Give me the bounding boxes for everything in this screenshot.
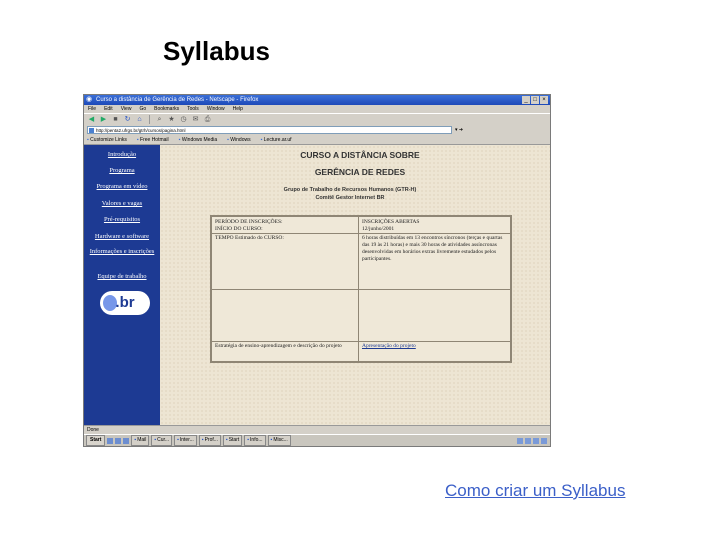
page-heading-1: CURSO A DISTÂNCIA SOBRE	[300, 150, 420, 160]
tray-icon[interactable]	[517, 437, 523, 444]
page-subtitle-1: Grupo de Trabalho de Recursos Humanos (G…	[283, 187, 417, 193]
table-divider	[212, 233, 510, 234]
table-cell: INSCRIÇÕES ABERTAS	[362, 219, 420, 225]
status-bar: Done	[84, 425, 550, 434]
tray-icon[interactable]	[525, 437, 531, 444]
table-divider	[212, 289, 510, 290]
taskbar-button[interactable]: Misc...	[267, 435, 291, 446]
main-area: CURSO A DISTÂNCIA SOBRE GERÊNCIA DE REDE…	[160, 145, 550, 425]
link-windows-media[interactable]: Windows Media	[179, 137, 217, 143]
page-heading-2: GERÊNCIA DE REDES	[314, 167, 406, 177]
toolbar-divider	[149, 115, 150, 124]
address-text: http://penta2.ufrgs.br/gtrh/cursos/pagin…	[96, 128, 186, 133]
mail-icon[interactable]: ✉	[191, 115, 200, 124]
table-cell: INÍCIO DO CURSO:	[215, 226, 263, 232]
link-lecture[interactable]: Lecture.ar.uf	[261, 137, 292, 143]
sidebar-item-programa[interactable]: Programa	[86, 167, 158, 174]
address-bar: http://penta2.ufrgs.br/gtrh/cursos/pagin…	[84, 125, 550, 135]
course-info-table: PERÍODO DE INSCRIÇÕES: INSCRIÇÕES ABERTA…	[210, 215, 512, 363]
taskbar-button[interactable]: Info...	[244, 435, 266, 446]
taskbar-button[interactable]: Start	[222, 435, 243, 446]
forward-icon[interactable]: ▶	[99, 115, 108, 124]
menu-go[interactable]: Go	[139, 105, 146, 113]
quicklaunch-icon[interactable]	[123, 437, 130, 444]
sidebar-item-programa-video[interactable]: Programa em vídeo	[86, 183, 158, 190]
window-titlebar: ◉ Curso a distância de Gerência de Redes…	[84, 95, 550, 105]
project-link[interactable]: Apresentação do projeto	[362, 343, 507, 350]
syllabus-how-to-link[interactable]: Como criar um Syllabus	[445, 481, 625, 501]
browser-icon: ◉	[86, 96, 93, 103]
menu-edit[interactable]: Edit	[104, 105, 113, 113]
table-divider	[212, 341, 510, 342]
br-logo: .br	[100, 291, 150, 315]
taskbar: Start Mail Cur... Inter... Prof... Start…	[84, 434, 550, 446]
menu-tools[interactable]: Tools	[187, 105, 199, 113]
history-icon[interactable]: ◷	[179, 115, 188, 124]
sidebar-item-pre-requisitos[interactable]: Pré-requisitos	[86, 216, 158, 223]
taskbar-button[interactable]: Prof...	[198, 435, 221, 446]
menu-view[interactable]: View	[121, 105, 132, 113]
taskbar-button[interactable]: Cur...	[151, 435, 173, 446]
reload-icon[interactable]: ↻	[123, 115, 132, 124]
links-bar: Customize Links Free Hotmail Windows Med…	[84, 135, 550, 145]
menu-file[interactable]: File	[88, 105, 96, 113]
taskbar-button[interactable]: Inter...	[174, 435, 197, 446]
link-hotmail[interactable]: Free Hotmail	[137, 137, 169, 143]
menu-bookmarks[interactable]: Bookmarks	[154, 105, 179, 113]
window-title: Curso a distância de Gerência de Redes -…	[96, 97, 259, 103]
sidebar-item-valores[interactable]: Valores e vagas	[86, 200, 158, 207]
table-cell: 6 horas distribuídas em 13 encontros sín…	[362, 235, 503, 262]
table-cell: PERÍODO DE INSCRIÇÕES:	[215, 219, 283, 225]
quicklaunch-icon[interactable]	[107, 437, 114, 444]
site-sidebar: Introdução Programa Programa em vídeo Va…	[84, 145, 160, 425]
nav-toolbar: ◀ ▶ ■ ↻ ⌂ ⌕ ★ ◷ ✉ ⎙	[84, 113, 550, 125]
favorites-icon[interactable]: ★	[167, 115, 176, 124]
menu-bar: File Edit View Go Bookmarks Tools Window…	[84, 105, 550, 113]
page-content: Introdução Programa Programa em vídeo Va…	[84, 145, 550, 425]
browser-screenshot: ◉ Curso a distância de Gerência de Redes…	[83, 94, 551, 447]
table-cell: 12/junho/2001	[362, 226, 395, 232]
go-button[interactable]: ▾ ➜	[455, 127, 463, 133]
stop-icon[interactable]: ■	[111, 115, 120, 124]
home-icon[interactable]: ⌂	[135, 115, 144, 124]
sidebar-item-inscricoes[interactable]: Informações e inscrições	[86, 248, 158, 255]
quicklaunch-icon[interactable]	[115, 437, 122, 444]
page-icon	[89, 128, 94, 133]
system-tray	[517, 437, 550, 444]
link-customize[interactable]: Customize Links	[87, 137, 127, 143]
sidebar-item-introducao[interactable]: Introdução	[86, 151, 158, 158]
back-icon[interactable]: ◀	[87, 115, 96, 124]
window-controls: _ □ ×	[522, 96, 548, 104]
tray-icon[interactable]	[533, 437, 539, 444]
table-cell: Estratégia de ensino-aprendizagem e desc…	[215, 343, 342, 349]
table-cell: TEMPO Estimado do CURSO:	[215, 235, 284, 241]
print-icon[interactable]: ⎙	[203, 115, 212, 124]
maximize-icon[interactable]: □	[531, 96, 539, 104]
tray-icon[interactable]	[541, 437, 547, 444]
menu-help[interactable]: Help	[233, 105, 243, 113]
page-subtitle-2: Comitê Gestor Internet BR	[315, 195, 385, 201]
sidebar-item-hardware[interactable]: Hardware e software	[86, 233, 158, 240]
logo-text: .br	[115, 294, 135, 311]
start-button[interactable]: Start	[86, 435, 106, 446]
minimize-icon[interactable]: _	[522, 96, 530, 104]
link-windows[interactable]: Windows	[227, 137, 250, 143]
taskbar-button[interactable]: Mail	[131, 435, 150, 446]
slide-title: Syllabus	[163, 36, 270, 66]
close-icon[interactable]: ×	[540, 96, 548, 104]
sidebar-item-equipe[interactable]: Equipe de trabalho	[86, 273, 158, 280]
search-icon[interactable]: ⌕	[155, 115, 164, 124]
address-input[interactable]: http://penta2.ufrgs.br/gtrh/cursos/pagin…	[87, 126, 452, 134]
menu-window[interactable]: Window	[207, 105, 225, 113]
